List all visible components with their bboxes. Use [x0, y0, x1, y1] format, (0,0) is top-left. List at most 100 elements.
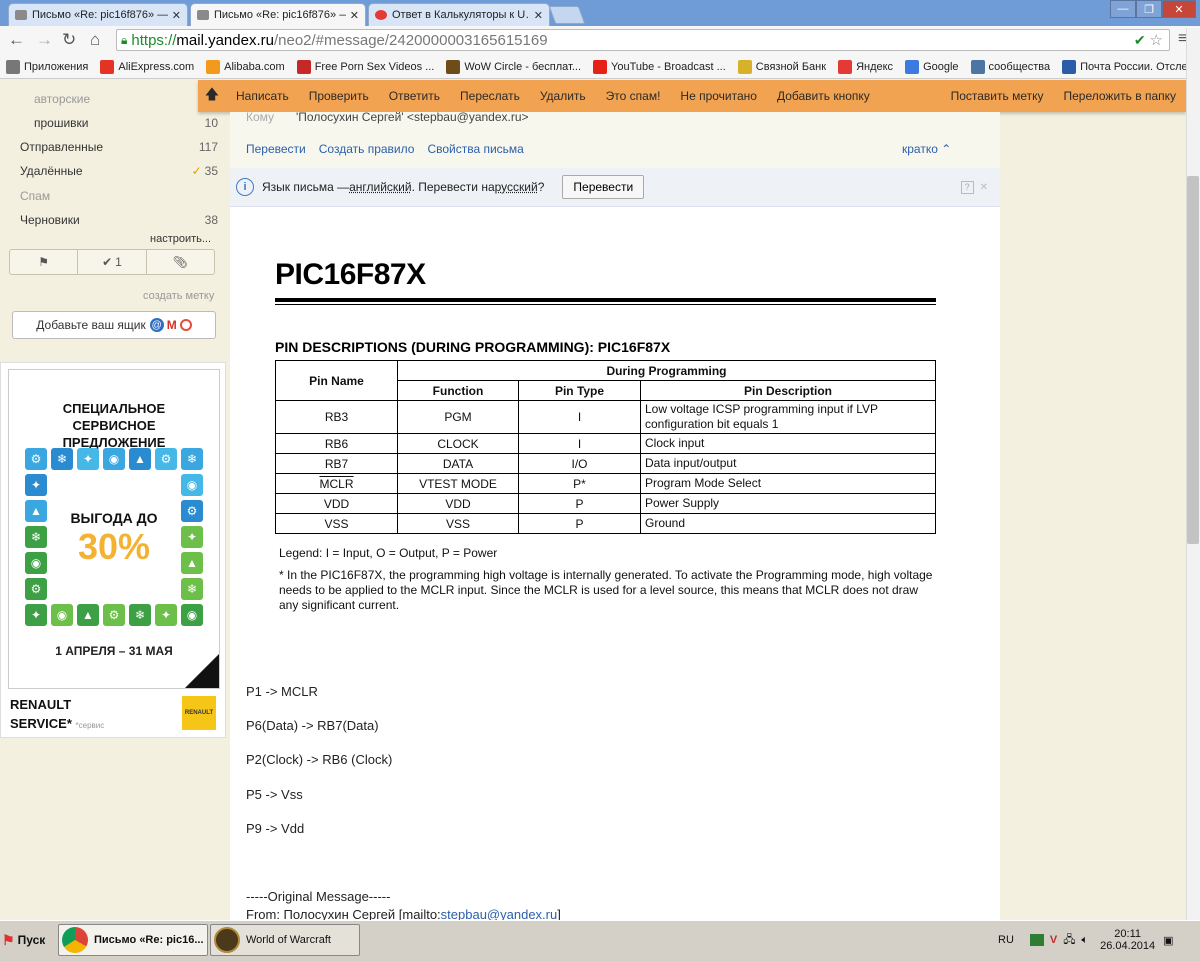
header-pin-type: Pin Type [518, 380, 641, 401]
close-icon[interactable]: ✕ [534, 9, 543, 22]
message-line: P6(Data) -> RB7(Data) [246, 718, 379, 733]
bookmark-item[interactable]: AliExpress.com [100, 60, 194, 74]
close-window-button[interactable]: ✕ [1162, 0, 1196, 18]
bookmark-label: Free Porn Sex Videos ... [314, 61, 435, 73]
move-to-folder-button[interactable]: Переложить в папку [1064, 89, 1177, 103]
close-icon[interactable]: ✕ [980, 182, 988, 193]
reload-icon[interactable]: ↻ [62, 30, 76, 50]
forward-button[interactable]: Переслать [460, 89, 520, 103]
flag-filter-button[interactable]: ⚑ [10, 250, 79, 274]
folder-item[interactable]: Отправленные 117 [20, 140, 218, 154]
start-button[interactable]: ⚑ Пуск [2, 924, 50, 956]
scrollbar-thumb[interactable] [1187, 176, 1199, 544]
nvidia-icon[interactable] [1029, 934, 1044, 946]
service-icon: ⚙ [103, 604, 125, 626]
from-email-link[interactable]: stepbau@yandex.ru [441, 907, 558, 920]
svyaznoy-icon [737, 60, 752, 74]
spam-button[interactable]: Это спам! [606, 89, 661, 103]
address-bar[interactable]: 🔒︎ https://mail.yandex.ru/neo2/#message/… [116, 29, 1170, 51]
taskbar-item-chrome[interactable]: Письмо «Re: pic16... [58, 924, 208, 956]
service-icon: ✦ [25, 474, 47, 496]
forward-icon[interactable]: → [36, 30, 53, 50]
back-icon[interactable]: ← [8, 30, 25, 50]
new-tab-button[interactable] [548, 6, 586, 24]
folder-item[interactable]: Черновики 38 [20, 213, 218, 227]
add-button-button[interactable]: Добавить кнопку [777, 89, 870, 103]
add-mailbox-button[interactable]: Добавьте ваш ящик @ M [12, 311, 216, 339]
language-indicator[interactable]: RU [998, 934, 1014, 946]
browser-tab-active[interactable]: Письмо «Re: pic16f876» — … ✕ [190, 3, 366, 26]
close-icon[interactable]: ✕ [172, 9, 181, 22]
bookmark-item[interactable]: YouTube - Broadcast ... [593, 60, 726, 74]
read-filter-button[interactable]: ✔ 1 [78, 250, 147, 274]
compose-button[interactable]: Написать [236, 89, 289, 103]
gmail-icon: M [166, 318, 177, 332]
antivirus-icon[interactable]: V [1050, 934, 1057, 946]
brief-toggle[interactable]: кратко ⌃ [902, 142, 951, 156]
service-icon: ▲ [129, 448, 151, 470]
bookmark-item[interactable]: сообщества [970, 60, 1050, 74]
table-row: VDD VDD P Power Supply [275, 493, 936, 514]
browser-tab[interactable]: Ответ в Калькуляторы к U… ✕ [368, 3, 550, 26]
clock[interactable]: 20:11 26.04.2014 [1100, 928, 1155, 952]
attachment-filter-button[interactable]: 📎︎ [147, 250, 214, 274]
volume-icon[interactable]: 🔈︎ [1082, 934, 1089, 947]
create-label-link[interactable]: создать метку [143, 290, 214, 302]
bookmark-item[interactable]: Alibaba.com [206, 60, 285, 74]
close-icon[interactable]: ✕ [350, 9, 359, 22]
show-desktop-icon[interactable]: ▣ [1163, 934, 1173, 947]
check-icon[interactable]: ✔ [1134, 32, 1146, 49]
mail-icon [197, 10, 209, 20]
original-message-separator: -----Original Message----- [246, 889, 391, 904]
configure-folders-link[interactable]: настроить... [150, 233, 211, 245]
reply-button[interactable]: Ответить [389, 89, 440, 103]
pin-type-cell: P [518, 493, 641, 514]
star-icon[interactable]: ☆ [1150, 31, 1163, 49]
arrow-up-icon[interactable]: 🡅 [198, 84, 226, 108]
delete-button[interactable]: Удалить [540, 89, 586, 103]
clean-icon[interactable]: ✓ [192, 164, 202, 178]
folder-item[interactable]: Удалённые ✓ 35 [20, 164, 218, 178]
yandex-icon [838, 60, 853, 74]
ad-corner [185, 654, 219, 688]
wow-icon [446, 60, 461, 74]
mark-unread-button[interactable]: Не прочитано [680, 89, 757, 103]
tab-title: Письмо «Re: pic16f876» — … [214, 9, 346, 21]
bookmark-item[interactable]: Google [905, 60, 959, 74]
mail-action-bar: 🡅 Написать Проверить Ответить Переслать … [198, 80, 1186, 112]
taskbar-item-wow[interactable]: World of Warcraft [210, 924, 360, 956]
check-mail-button[interactable]: Проверить [309, 89, 369, 103]
translate-button[interactable]: Перевести [562, 175, 645, 199]
set-label-button[interactable]: Поставить метку [951, 89, 1044, 103]
russian-post-icon [1062, 60, 1077, 74]
maximize-button[interactable]: ❐ [1136, 0, 1162, 18]
browser-tab[interactable]: Письмо «Re: pic16f876» — … ✕ [8, 3, 188, 26]
to-value[interactable]: 'Полосухин Сергей' <stepbau@yandex.ru> [296, 110, 529, 124]
doc-rule-thin [275, 304, 936, 305]
clock-date: 26.04.2014 [1100, 940, 1156, 952]
function-cell: VTEST MODE [397, 473, 519, 494]
brief-label: кратко [902, 142, 938, 156]
minimize-button[interactable]: — [1110, 0, 1136, 18]
create-rule-link[interactable]: Создать правило [319, 142, 415, 156]
pin-type-cell: P* [518, 473, 641, 494]
network-icon[interactable]: 🖧︎ [1063, 931, 1075, 950]
target-language[interactable]: русский [495, 180, 538, 194]
bookmark-item[interactable]: WoW Circle - бесплат... [446, 60, 581, 74]
help-icon[interactable]: ? [960, 180, 974, 194]
folder-item[interactable]: Спам [20, 189, 218, 203]
home-icon[interactable]: ⌂ [90, 30, 100, 50]
folder-item[interactable]: прошивки 10 [34, 116, 218, 130]
message-properties-link[interactable]: Свойства письма [427, 142, 523, 156]
bookmark-item[interactable]: Free Porn Sex Videos ... [296, 60, 435, 74]
advertisement[interactable]: СПЕЦИАЛЬНОЕ СЕРВИСНОЕ ПРЕДЛОЖЕНИЕ ⚙ ❄ ✦ ◉ ▲ ⚙… [0, 362, 226, 738]
source-language[interactable]: английский [349, 180, 411, 194]
service-icon: ⚙ [25, 578, 47, 600]
chevron-up-icon: ⌃ [941, 142, 952, 156]
bookmark-item[interactable]: Связной Банк [737, 60, 826, 74]
windows-flag-icon: ⚑ [2, 931, 15, 948]
translate-link[interactable]: Перевести [246, 142, 306, 156]
bookmark-item[interactable]: Приложения [6, 60, 88, 74]
bookmark-item[interactable]: Почта России. Отсле... [1062, 60, 1197, 74]
bookmark-item[interactable]: Яндекс [838, 60, 893, 74]
